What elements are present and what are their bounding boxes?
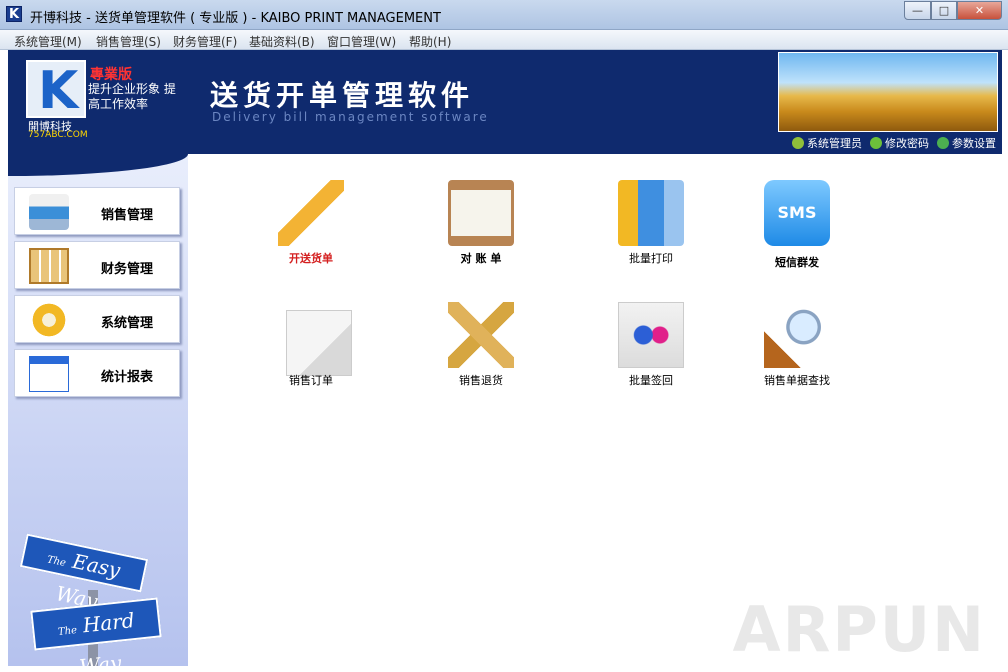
current-user-link[interactable]: 系统管理员 xyxy=(792,135,862,151)
tile-label: 销售订单 xyxy=(289,374,333,387)
menu-finance[interactable]: 财务管理(F) xyxy=(173,33,237,50)
sidebar-item-system[interactable]: 系统管理 xyxy=(14,295,180,343)
edition-label: 專業版 xyxy=(90,67,132,83)
bar-chart-icon xyxy=(29,356,69,392)
logo: K xyxy=(26,60,86,121)
maximize-button[interactable]: □ xyxy=(931,1,957,20)
dots-icon xyxy=(618,302,684,368)
menu-help[interactable]: 帮助(H) xyxy=(409,33,451,50)
tile-sms[interactable]: SMS 短信群发 xyxy=(722,180,872,280)
binders-icon xyxy=(618,180,684,246)
tile-new-delivery[interactable]: 开送货单 xyxy=(236,180,386,280)
window-title: 开博科技 - 送货单管理软件 ( 专业版 ) - KAIBO PRINT MAN… xyxy=(30,11,441,26)
tile-label: 销售退货 xyxy=(459,374,503,387)
watermark: ARPUN xyxy=(732,593,986,666)
globe-icon xyxy=(937,137,949,149)
sidebar-item-label: 财务管理 xyxy=(101,262,154,277)
current-user-label: 系统管理员 xyxy=(807,137,862,150)
tile-document-search[interactable]: 销售单据查找 xyxy=(722,302,872,402)
sidebar-item-label: 系统管理 xyxy=(101,316,154,331)
change-password-label: 修改密码 xyxy=(885,137,929,150)
header-banner: K 開博科技 757ABC.COM 專業版 提升企业形象 提高工作效率 送货开单… xyxy=(8,50,1002,154)
pencil-icon xyxy=(278,180,344,246)
window-controls: — □ ✕ xyxy=(904,1,1002,20)
clipboard-icon xyxy=(448,180,514,246)
wheat-field-image xyxy=(778,52,998,132)
sidebar-item-finance[interactable]: 财务管理 xyxy=(14,241,180,289)
menu-bar: 系统管理(M) 销售管理(S) 财务管理(F) 基础资料(B) 窗口管理(W) … xyxy=(0,30,1008,50)
title-bar: K 开博科技 - 送货单管理软件 ( 专业版 ) - KAIBO PRINT M… xyxy=(0,0,1008,30)
tile-label: 批量打印 xyxy=(629,252,673,265)
document-edit-icon xyxy=(286,310,352,376)
app-title: 送货开单管理软件 xyxy=(210,79,475,112)
hard-way-prefix: The xyxy=(57,625,78,638)
ruler-pencil-icon xyxy=(448,302,514,368)
sidebar-curve xyxy=(8,154,188,176)
app-icon: K xyxy=(6,6,22,22)
user-icon xyxy=(792,137,804,149)
slogan: 提升企业形象 提高工作效率 xyxy=(88,82,176,111)
tile-label: 短信群发 xyxy=(775,256,819,269)
minimize-button[interactable]: — xyxy=(904,1,931,20)
sidebar-item-label: 统计报表 xyxy=(101,370,154,385)
settings-link[interactable]: 参数设置 xyxy=(937,135,996,151)
gear-icon xyxy=(29,302,69,338)
tile-batch-signback[interactable]: 批量签回 xyxy=(576,302,726,402)
close-button[interactable]: ✕ xyxy=(957,1,1002,20)
printer-icon xyxy=(29,194,69,230)
sidebar-item-sales[interactable]: 销售管理 xyxy=(14,187,180,235)
calendar-icon xyxy=(29,248,69,284)
menu-basic-data[interactable]: 基础资料(B) xyxy=(249,33,315,50)
settings-label: 参数设置 xyxy=(952,137,996,150)
tile-label: 对 账 单 xyxy=(460,252,502,265)
tile-sales-return[interactable]: 销售退货 xyxy=(406,302,556,402)
pencil-icon xyxy=(870,137,882,149)
menu-sales[interactable]: 销售管理(S) xyxy=(96,33,161,50)
app-subtitle: Delivery bill management software xyxy=(212,110,489,124)
change-password-link[interactable]: 修改密码 xyxy=(870,135,929,151)
menu-window[interactable]: 窗口管理(W) xyxy=(327,33,396,50)
logo-k-icon: K xyxy=(38,61,79,121)
sms-icon: SMS xyxy=(764,180,830,246)
magnifier-icon xyxy=(764,302,830,368)
menu-system[interactable]: 系统管理(M) xyxy=(14,33,82,50)
tile-batch-print[interactable]: 批量打印 xyxy=(576,180,726,280)
header-links: 系统管理员 修改密码 参数设置 xyxy=(784,135,996,151)
sidebar-item-reports[interactable]: 统计报表 xyxy=(14,349,180,397)
tile-label: 批量签回 xyxy=(629,374,673,387)
sidebar-item-label: 销售管理 xyxy=(101,208,154,223)
tile-label: 开送货单 xyxy=(289,252,333,265)
main-panel: 开送货单 对 账 单 批量打印 SMS 短信群发 销售订单 销售退货 批量签回 … xyxy=(188,154,1002,666)
tile-statement[interactable]: 对 账 单 xyxy=(406,180,556,280)
tile-sales-order[interactable]: 销售订单 xyxy=(236,302,386,402)
company-website: 757ABC.COM xyxy=(28,130,88,140)
tile-label: 销售单据查找 xyxy=(764,374,830,387)
easy-way-prefix: The xyxy=(45,554,67,570)
